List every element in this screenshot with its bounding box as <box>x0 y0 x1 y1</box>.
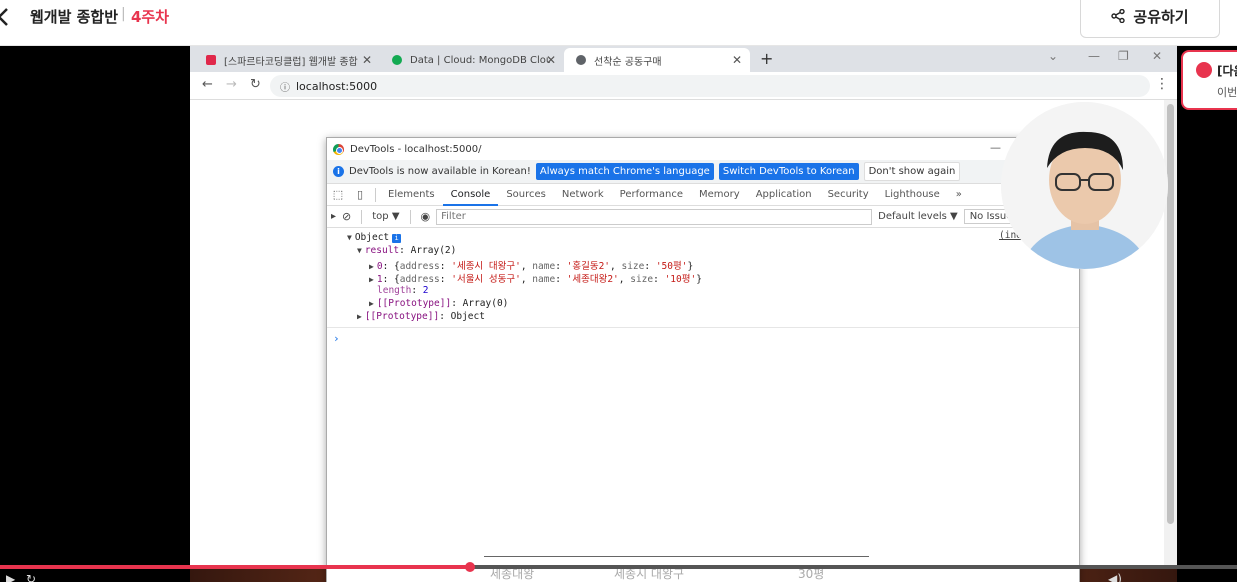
panel-tab-sources[interactable]: Sources <box>498 184 554 206</box>
devtools-titlebar: DevTools - localhost:5000/ — <box>327 138 1079 160</box>
collapsed-triangle-icon: ▶ <box>369 299 374 308</box>
skip-icon[interactable]: ↻ <box>26 572 36 582</box>
globe-icon <box>576 55 586 65</box>
tab-title: 선착순 공동구매 <box>594 56 662 68</box>
console-output: (index):64 ▼Objecti ▼result: Array(2) ▶0… <box>327 228 1079 328</box>
title-separator: | <box>121 6 126 22</box>
address-bar-row: ← → ↻ ⓘ localhost:5000 ⋮ <box>190 72 1177 100</box>
course-week: 4주차 <box>131 8 170 26</box>
inspect-element-icon[interactable]: ⬚ <box>327 184 349 206</box>
subtitle-divider <box>484 556 869 557</box>
devtools-title: DevTools - localhost:5000/ <box>350 143 482 155</box>
instructor-figure <box>1001 102 1168 269</box>
sidebar-toggle-icon[interactable]: ▸ <box>331 211 336 222</box>
mongodb-favicon-icon <box>392 55 402 65</box>
forward-icon[interactable]: → <box>226 77 237 92</box>
console-array-item[interactable]: ▶ 0: {address: '세종시 대왕구', name: '홍길동2', s… <box>369 258 693 272</box>
url-field[interactable]: ⓘ localhost:5000 <box>270 75 1150 97</box>
tab-close-icon[interactable]: ✕ <box>362 53 372 67</box>
dont-show-again-button[interactable]: Don't show again <box>863 162 961 181</box>
notification-toast[interactable]: [다음 이번 <box>1181 50 1237 110</box>
browser-tab-3[interactable]: 선착순 공동구매 ✕ <box>564 48 750 72</box>
maximize-icon[interactable]: ❐ <box>1118 49 1129 63</box>
course-title: 웹개발 종합반 <box>30 8 119 26</box>
switch-korean-button[interactable]: Switch DevTools to Korean <box>718 163 859 180</box>
log-levels-dropdown[interactable]: Default levels ▼ <box>878 211 958 222</box>
expanded-triangle-icon: ▼ <box>357 246 362 255</box>
tab-close-icon[interactable]: ✕ <box>546 53 556 67</box>
console-object-prototype[interactable]: ▶ [[Prototype]]: Object <box>357 311 485 322</box>
info-icon: i <box>333 166 344 177</box>
panel-tab-security[interactable]: Security <box>820 184 877 206</box>
new-tab-icon[interactable]: + <box>760 49 773 68</box>
device-toolbar-icon[interactable]: ▯ <box>349 184 371 206</box>
panel-tab-performance[interactable]: Performance <box>612 184 691 206</box>
tab-strip: [스파르타코딩클럽] 웹개발 종합 ✕ Data | Cloud: MongoD… <box>190 46 1177 72</box>
reload-icon[interactable]: ↻ <box>250 77 261 92</box>
clear-console-icon[interactable]: ⊘ <box>342 210 351 223</box>
console-toolbar: ▸ ⊘ top ▼ ◉ Default levels ▼ No Issues <box>327 206 1079 228</box>
devtools-minimize-icon[interactable]: — <box>990 141 1001 154</box>
live-expression-eye-icon[interactable]: ◉ <box>421 210 431 223</box>
devtools-window: DevTools - localhost:5000/ — i DevTools … <box>326 137 1080 582</box>
back-icon[interactable]: ← <box>202 77 213 92</box>
panel-tab-lighthouse[interactable]: Lighthouse <box>877 184 948 206</box>
console-array-item[interactable]: ▶ 1: {address: '서울시 성동구', name: '세종대왕2', … <box>369 271 702 285</box>
tab-title: Data | Cloud: MongoDB Cloud <box>410 54 550 66</box>
tab-search-icon[interactable]: ⌄ <box>1048 49 1058 63</box>
browser-tab-1[interactable]: [스파르타코딩클럽] 웹개발 종합 ✕ <box>194 48 380 72</box>
chrome-logo-icon <box>333 143 344 155</box>
divider <box>375 187 376 202</box>
panel-tab-console[interactable]: Console <box>442 184 499 206</box>
console-object-root[interactable]: ▼ Object i <box>347 232 402 243</box>
browser-tab-2[interactable]: Data | Cloud: MongoDB Cloud ✕ <box>380 48 564 72</box>
console-result-row[interactable]: ▼ result: Array(2) <box>357 245 456 256</box>
divider <box>409 209 411 224</box>
devtools-panel-tabs: ⬚ ▯ Elements Console Sources Network Per… <box>327 184 1079 206</box>
expanded-triangle-icon: ▼ <box>347 233 352 242</box>
back-chevron-icon[interactable] <box>0 6 14 28</box>
video-progress-bar[interactable] <box>0 562 1237 572</box>
panel-tab-application[interactable]: Application <box>748 184 820 206</box>
share-button[interactable]: 공유하기 <box>1080 0 1220 38</box>
collapsed-triangle-icon: ▶ <box>369 262 374 271</box>
language-infobar: i DevTools is now available in Korean! A… <box>327 160 1079 184</box>
console-array-prototype[interactable]: ▶ [[Prototype]]: Array(0) <box>369 298 508 309</box>
minimize-icon[interactable]: — <box>1088 49 1100 63</box>
console-length-row: length: 2 <box>377 285 429 296</box>
video-player[interactable]: [스파르타코딩클럽] 웹개발 종합 ✕ Data | Cloud: MongoD… <box>0 46 1237 582</box>
instructor-webcam <box>1001 102 1168 269</box>
window-close-icon[interactable]: ✕ <box>1152 49 1162 63</box>
progress-fill <box>0 565 471 569</box>
share-icon <box>1111 9 1126 23</box>
collapsed-triangle-icon: ▶ <box>357 312 362 321</box>
tab-title: [스파르타코딩클럽] 웹개발 종합 <box>224 56 358 68</box>
infobar-text: DevTools is now available in Korean! <box>349 166 531 177</box>
browser-menu-icon[interactable]: ⋮ <box>1155 76 1169 92</box>
tab-close-icon[interactable]: ✕ <box>732 53 742 67</box>
toast-title: [다음 <box>1217 64 1237 78</box>
object-info-icon: i <box>392 234 402 243</box>
share-label: 공유하기 <box>1133 7 1189 26</box>
url-text: localhost:5000 <box>296 79 378 93</box>
check-circle-icon <box>1196 62 1212 78</box>
volume-icon[interactable]: ◀) <box>1108 572 1122 582</box>
panel-tab-elements[interactable]: Elements <box>380 184 443 206</box>
divider <box>361 209 363 224</box>
scrollbar-thumb[interactable] <box>1167 104 1174 524</box>
info-circle-icon: ⓘ <box>280 82 290 94</box>
play-icon[interactable]: ▶ <box>6 572 15 582</box>
context-selector[interactable]: top ▼ <box>372 211 399 222</box>
favicon-icon <box>206 55 216 65</box>
console-prompt[interactable]: › <box>333 332 340 345</box>
console-filter-input[interactable] <box>436 208 873 225</box>
match-language-button[interactable]: Always match Chrome's language <box>535 163 714 180</box>
collapsed-triangle-icon: ▶ <box>369 275 374 284</box>
progress-handle[interactable] <box>465 562 476 572</box>
toast-subtitle: 이번 <box>1217 86 1237 99</box>
course-header: 웹개발 종합반 | 4주차 공유하기 <box>0 0 1237 46</box>
panel-tab-network[interactable]: Network <box>554 184 612 206</box>
panel-tab-memory[interactable]: Memory <box>691 184 748 206</box>
more-panels-icon[interactable]: » <box>948 184 970 206</box>
